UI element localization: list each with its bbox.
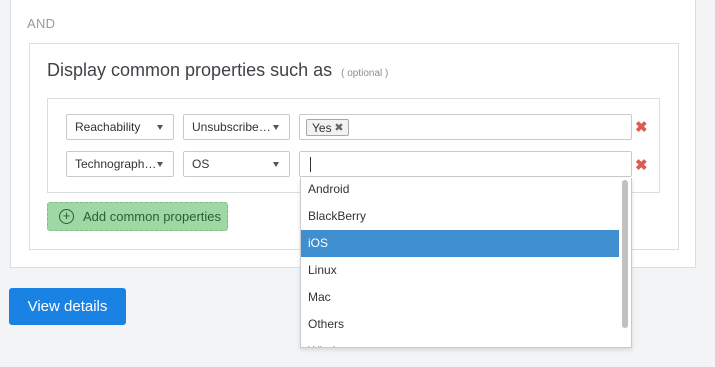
value-tag-label: Yes <box>312 121 332 135</box>
row2-operator-label: OS <box>192 157 210 171</box>
chevron-down-icon <box>157 125 163 130</box>
os-option-ios[interactable]: iOS <box>301 230 619 257</box>
row1-operator-label: Unsubscribe… <box>192 120 271 134</box>
section-title-text: Display common properties such as <box>47 60 333 80</box>
chevron-down-icon <box>157 162 163 167</box>
row2-field-dropdown[interactable]: Technograph… <box>66 151 174 177</box>
os-option-mac[interactable]: Mac <box>301 284 619 311</box>
row1-value-input[interactable]: Yes ✖ <box>299 114 632 140</box>
section-title: Display common properties such as ( opti… <box>47 60 388 81</box>
os-option-others[interactable]: Others <box>301 311 619 338</box>
os-option-blackberry[interactable]: BlackBerry <box>301 203 619 230</box>
row2-field-label: Technograph… <box>75 157 157 171</box>
row2-value-input[interactable] <box>299 151 632 177</box>
tag-remove-icon[interactable]: ✖ <box>334 120 343 136</box>
add-common-properties-button[interactable]: + Add common properties <box>47 202 228 231</box>
os-option-android[interactable]: Android <box>301 178 619 203</box>
chevron-down-icon <box>273 125 279 130</box>
row2-operator-dropdown[interactable]: OS <box>183 151 290 177</box>
row1-operator-dropdown[interactable]: Unsubscribe… <box>183 114 290 140</box>
row1-field-dropdown[interactable]: Reachability <box>66 114 174 140</box>
chevron-down-icon <box>273 162 279 167</box>
optional-tag: ( optional ) <box>341 68 389 79</box>
dropdown-scrollbar[interactable] <box>622 180 628 328</box>
value-tag-yes: Yes ✖ <box>306 119 349 136</box>
os-option-windows[interactable]: Windows <box>301 338 619 347</box>
view-details-button[interactable]: View details <box>9 288 126 325</box>
text-cursor <box>310 157 311 172</box>
os-dropdown-list[interactable]: Android BlackBerry iOS Linux Mac Others … <box>300 178 632 348</box>
row2-remove-icon[interactable]: ✖ <box>635 158 648 173</box>
row1-field-label: Reachability <box>75 120 141 134</box>
os-option-linux[interactable]: Linux <box>301 257 619 284</box>
plus-circle-icon: + <box>59 209 74 224</box>
row1-remove-icon[interactable]: ✖ <box>635 120 648 135</box>
add-common-properties-label: Add common properties <box>83 209 222 224</box>
and-label: AND <box>27 16 56 31</box>
